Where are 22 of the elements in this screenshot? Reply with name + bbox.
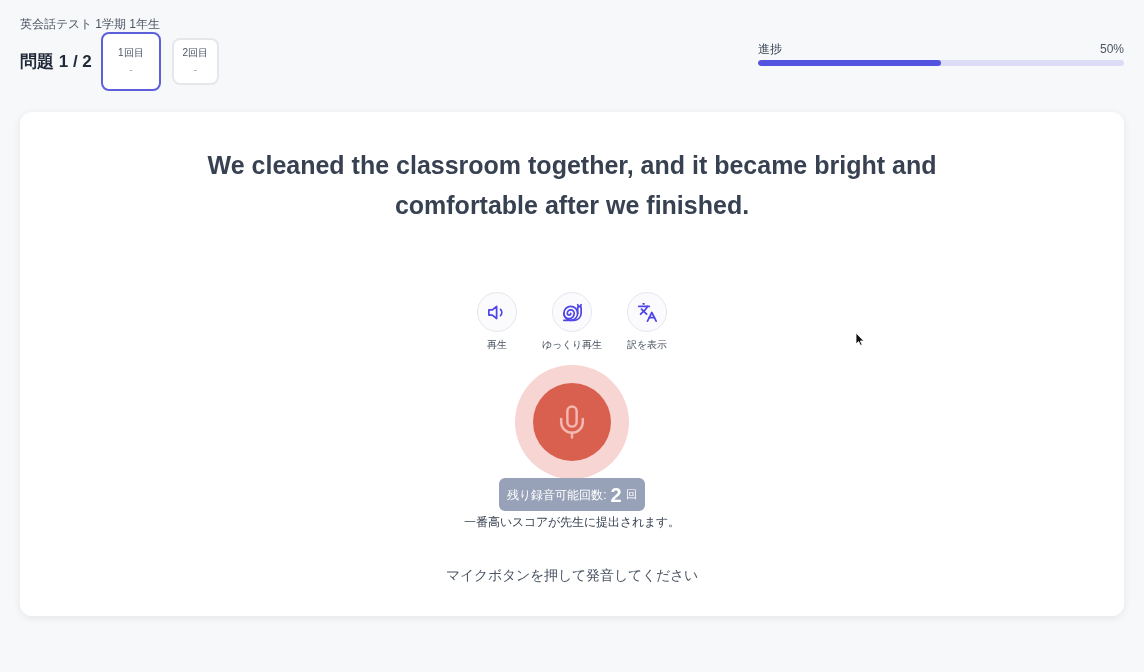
test-title: 英会話テスト 1学期 1年生	[20, 16, 160, 32]
action-label: 訳を表示	[627, 338, 667, 352]
remaining-label: 残り録音可能回数:	[507, 486, 607, 504]
attempt-tab[interactable]: 1回目 -	[100, 32, 161, 91]
sentence-text: We cleaned the classroom together, and it became bright and comfortable after we finished.	[206, 150, 938, 221]
slow-play-button[interactable]	[552, 292, 592, 332]
instruction-text: マイクボタンを押して発音してください	[446, 566, 698, 585]
remaining-count: 2	[610, 482, 622, 507]
play-button[interactable]	[477, 292, 517, 332]
progress-label: 進捗	[758, 41, 782, 57]
mouse-cursor-icon	[855, 332, 865, 346]
snail-icon	[562, 302, 582, 322]
progress-reading: 50%	[1099, 41, 1124, 57]
action-label: 再生	[487, 338, 507, 352]
action-label: ゆっくり再生	[542, 338, 602, 352]
translate-button[interactable]	[627, 292, 667, 332]
attempt-tab[interactable]: 2回目 -	[171, 38, 219, 85]
translate-icon	[637, 302, 657, 322]
question-counter: 問題 1 / 2	[20, 50, 92, 73]
remaining-unit: 回	[625, 487, 637, 503]
microphone-icon	[559, 405, 585, 439]
submission-note: 一番高いスコアが先生に提出されます。	[464, 514, 680, 530]
